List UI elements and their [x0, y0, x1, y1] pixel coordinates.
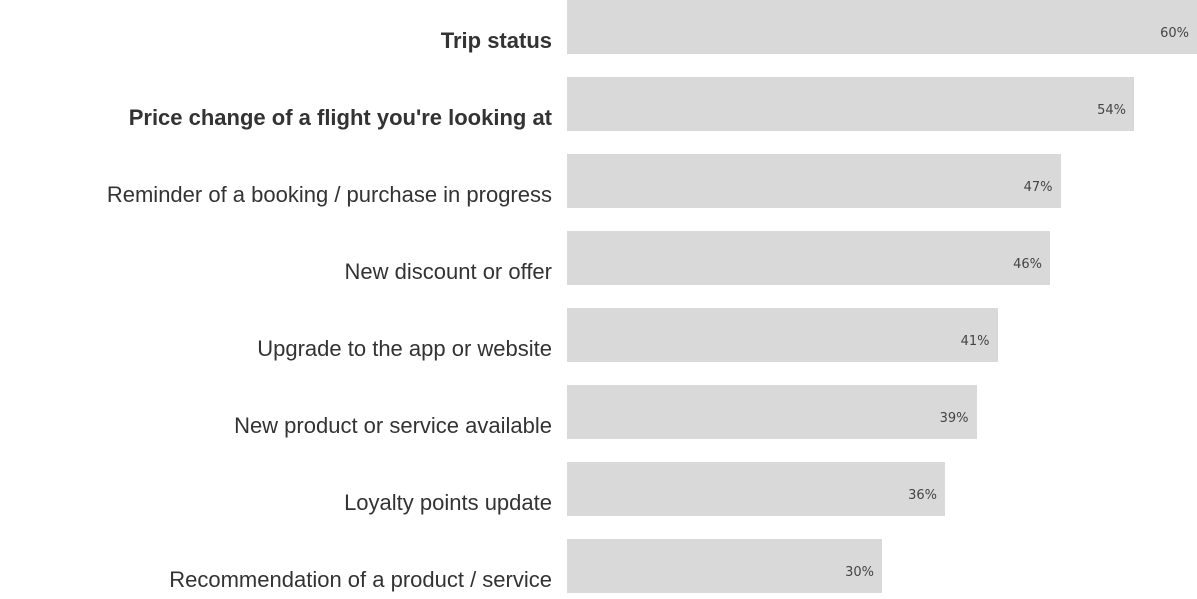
bar-value-label: 60% — [1160, 26, 1189, 41]
category-label: New discount or offer — [344, 259, 552, 284]
bar — [567, 0, 1197, 54]
bar-value-label: 41% — [960, 334, 990, 349]
bar-value-label: 54% — [1097, 103, 1126, 118]
bar-chart: Trip status 60% Price change of a flight y… — [0, 0, 1197, 599]
bar — [567, 539, 882, 593]
bar — [567, 385, 977, 439]
category-label: Recommendation of a product / service — [169, 567, 552, 592]
category-label: Reminder of a booking / purchase in prog… — [106, 182, 552, 207]
bar — [567, 308, 998, 362]
category-label: Loyalty points update — [344, 490, 552, 515]
category-label: Upgrade to the app or website — [257, 336, 552, 361]
bar-value-label: 47% — [1023, 180, 1053, 195]
bar-value-label: 39% — [939, 411, 969, 426]
bar — [567, 462, 945, 516]
category-label: Trip status — [440, 28, 552, 53]
bar-value-label: 46% — [1013, 257, 1042, 272]
bar — [567, 231, 1050, 285]
category-label: Price change of a flight you're looking … — [128, 105, 552, 130]
bar-value-label: 36% — [908, 488, 937, 503]
category-label: New product or service available — [234, 413, 552, 438]
bar — [567, 77, 1134, 131]
bar — [567, 154, 1061, 208]
bar-value-label: 30% — [845, 565, 874, 580]
